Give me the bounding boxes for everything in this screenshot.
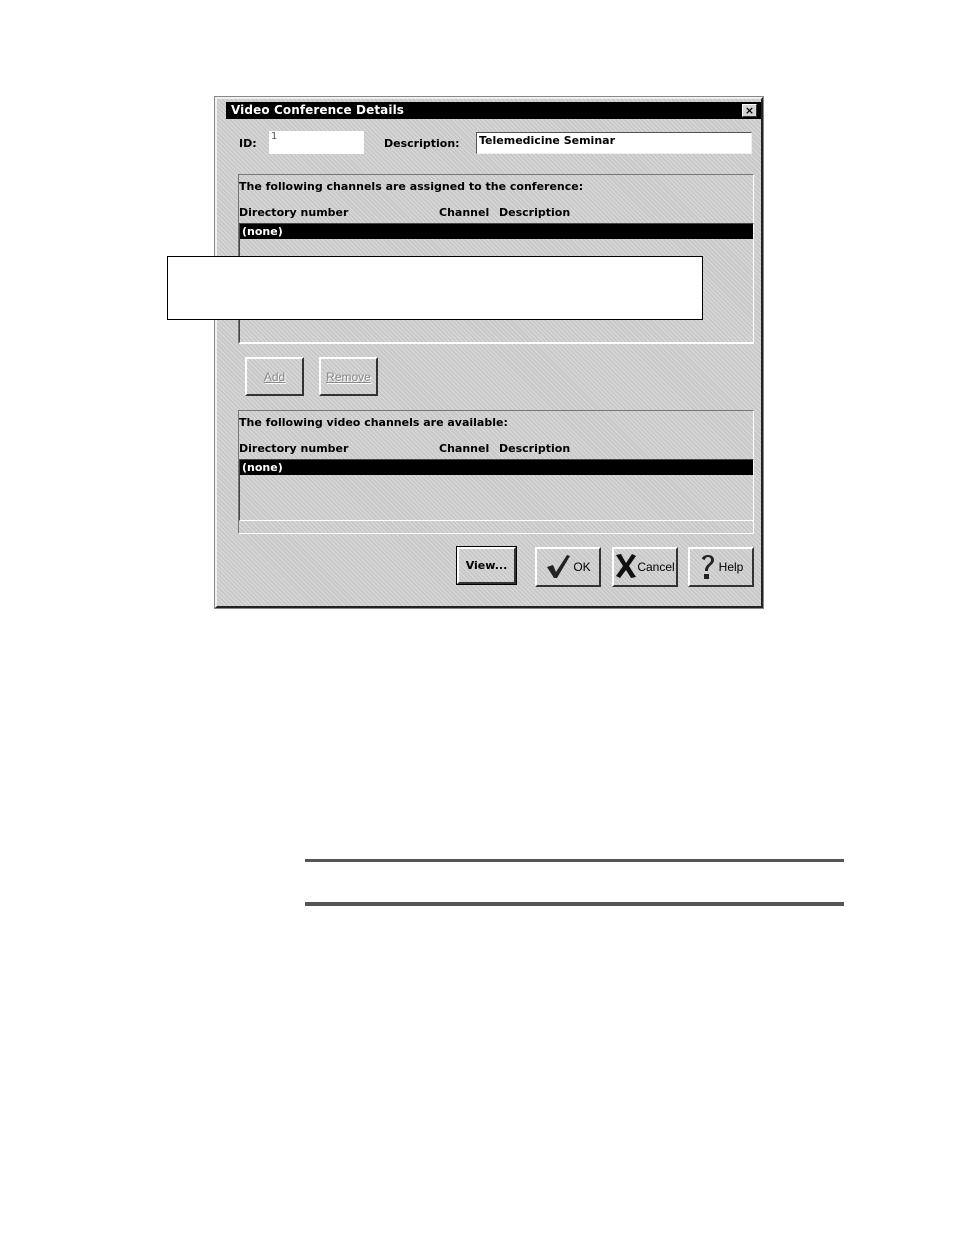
available-heading: The following video channels are availab…	[239, 416, 508, 429]
description-field[interactable]: Telemedicine Seminar	[476, 132, 752, 154]
available-channels-group: The following video channels are availab…	[238, 410, 754, 534]
add-button[interactable]: Add	[245, 357, 304, 396]
available-col-channel: Channel	[439, 442, 490, 455]
help-button[interactable]: Help	[688, 547, 754, 587]
ok-button[interactable]: OK	[535, 547, 601, 587]
list-item-selected[interactable]: (none)	[240, 224, 753, 239]
available-channels-list[interactable]: (none)	[239, 459, 754, 521]
question-mark-icon	[699, 552, 717, 583]
close-button[interactable]: ×	[742, 104, 757, 117]
video-conference-dialog: Video Conference Details × ID: 1 Descrip…	[214, 96, 764, 609]
checkmark-icon	[545, 553, 571, 582]
view-button[interactable]: View...	[456, 546, 517, 585]
title-bar[interactable]: Video Conference Details ×	[226, 102, 761, 119]
assigned-heading: The following channels are assigned to t…	[239, 180, 584, 193]
list-item-selected[interactable]: (none)	[240, 460, 753, 475]
remove-button[interactable]: Remove	[319, 357, 378, 396]
callout-box	[167, 256, 703, 320]
assigned-col-channel: Channel	[439, 206, 490, 219]
dialog-title: Video Conference Details	[231, 103, 405, 117]
divider-bottom	[305, 902, 844, 906]
close-icon: ×	[744, 104, 755, 117]
description-label: Description:	[384, 137, 460, 150]
id-field[interactable]: 1	[269, 131, 364, 154]
x-mark-icon	[615, 553, 637, 582]
id-label: ID:	[239, 137, 257, 150]
assigned-col-description: Description	[499, 206, 571, 219]
cancel-button[interactable]: Cancel	[612, 547, 678, 587]
available-col-description: Description	[499, 442, 571, 455]
assigned-col-directory-number: Directory number	[239, 206, 349, 219]
available-col-directory-number: Directory number	[239, 442, 349, 455]
divider-top	[305, 859, 844, 862]
